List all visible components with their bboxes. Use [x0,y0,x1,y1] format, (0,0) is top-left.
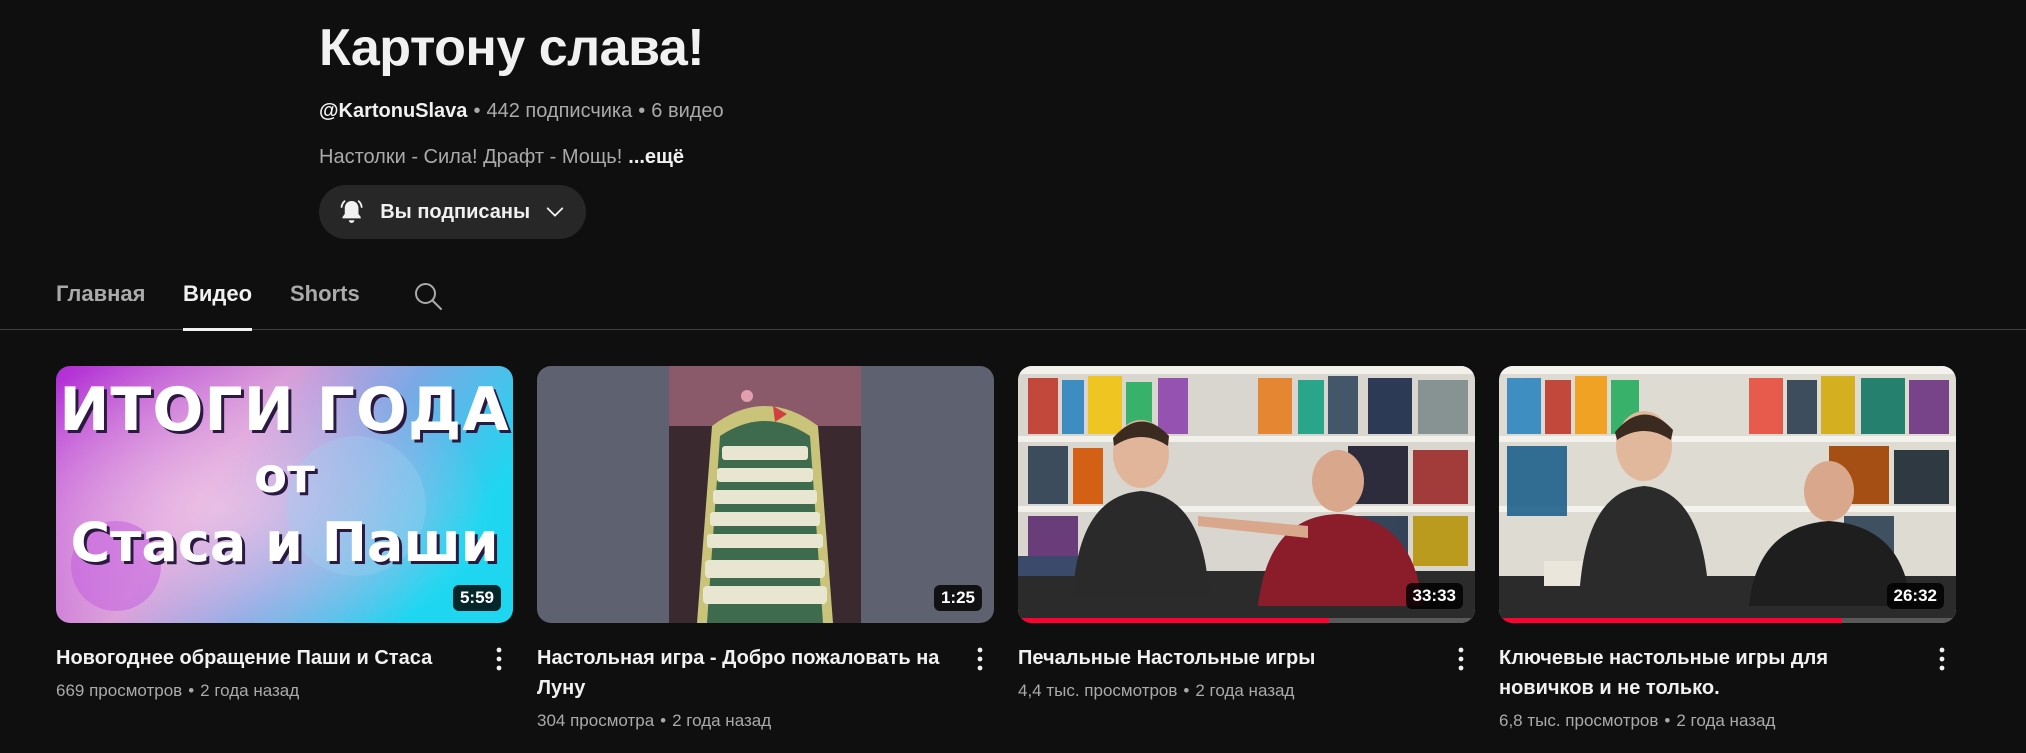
thumbnail-title-line-3: Стаса и Паши [70,511,499,574]
meta-separator: • [1183,681,1190,700]
channel-meta: @KartonuSlava • 442 подписчика • 6 видео [319,98,1519,124]
watch-progress [1018,618,1329,623]
video-card: 33:33 Печальные Настольные игры 4,4 тыс.… [1018,366,1475,703]
description-text: Настолки - Сила! Драфт - Мощь! [319,146,623,168]
video-thumbnail[interactable]: 1:25 [537,366,994,623]
more-vert-icon[interactable] [1930,643,1954,675]
video-duration: 33:33 [1405,583,1463,609]
video-info: Новогоднее обращение Паши и Стаса 669 пр… [56,643,513,703]
video-title[interactable]: Печальные Настольные игры [1018,643,1425,673]
video-title[interactable]: Настольная игра - Добро пожаловать на Лу… [537,643,944,703]
meta-separator: • [1664,711,1671,730]
video-duration: 26:32 [1886,583,1944,609]
upload-age: 2 года назад [672,711,772,730]
more-link[interactable]: ...ещё [628,146,684,168]
video-meta: 669 просмотров • 2 года назад [56,679,463,703]
subscribed-button[interactable]: Вы подписаны [319,185,586,239]
watch-progress [1499,618,1842,623]
subscriber-count: 442 подписчика [486,100,633,122]
chevron-down-icon [546,207,564,217]
meta-separator: • [188,681,195,700]
upload-age: 2 года назад [1195,681,1295,700]
video-card: 26:32 Ключевые настольные игры для нович… [1499,366,1956,733]
video-title[interactable]: Ключевые настольные игры для новичков и … [1499,643,1906,703]
video-thumbnail[interactable]: ИТОГИ ГОДА от Стаса и Паши 5:59 [56,366,513,623]
channel-page: Картону слава! @KartonuSlava • 442 подписч… [0,0,2026,753]
video-thumbnail[interactable]: 26:32 [1499,366,1956,623]
video-duration: 1:25 [933,585,982,611]
thumbnail-title-line-1: ИТОГИ ГОДА [59,375,510,445]
channel-handle[interactable]: @KartonuSlava [319,100,467,122]
more-vert-icon[interactable] [487,643,511,675]
subscribed-label: Вы подписаны [380,200,531,223]
view-count: 669 просмотров [56,681,183,700]
view-count: 304 просмотра [537,711,655,730]
view-count: 4,4 тыс. просмотров [1018,681,1178,700]
channel-header: Картону слава! @KartonuSlava • 442 подписч… [319,16,1519,170]
tab-shorts[interactable]: Shorts [290,262,360,330]
video-info: Ключевые настольные игры для новичков и … [1499,643,1956,733]
channel-description: Настолки - Сила! Драфт - Мощь! ...ещё [319,144,1519,170]
thumbnail-image [537,366,994,623]
video-card: ИТОГИ ГОДА от Стаса и Паши 5:59 Новогодн… [56,366,513,703]
search-icon[interactable] [412,280,444,312]
video-meta: 304 просмотра • 2 года назад [537,709,944,733]
video-info: Настольная игра - Добро пожаловать на Лу… [537,643,994,733]
video-duration: 5:59 [452,585,501,611]
more-vert-icon[interactable] [968,643,992,675]
meta-separator: • [660,711,667,730]
upload-age: 2 года назад [1676,711,1776,730]
tab-videos[interactable]: Видео [183,262,253,331]
meta-separator: • [638,100,646,122]
video-meta: 4,4 тыс. просмотров • 2 года назад [1018,679,1425,703]
tab-home[interactable]: Главная [56,262,145,330]
video-meta: 6,8 тыс. просмотров • 2 года назад [1499,709,1906,733]
video-title[interactable]: Новогоднее обращение Паши и Стаса [56,643,463,673]
meta-separator: • [473,100,481,122]
more-vert-icon[interactable] [1449,643,1473,675]
video-count: 6 видео [651,100,724,122]
channel-tabs: Главная Видео Shorts [0,262,2026,331]
view-count: 6,8 тыс. просмотров [1499,711,1659,730]
upload-age: 2 года назад [200,681,300,700]
video-card: 1:25 Настольная игра - Добро пожаловать … [537,366,994,733]
channel-title: Картону слава! [319,19,705,77]
thumbnail-title-line-2: от [254,448,315,504]
bell-icon [340,200,363,223]
video-thumbnail[interactable]: 33:33 [1018,366,1475,623]
video-info: Печальные Настольные игры 4,4 тыс. просм… [1018,643,1475,703]
